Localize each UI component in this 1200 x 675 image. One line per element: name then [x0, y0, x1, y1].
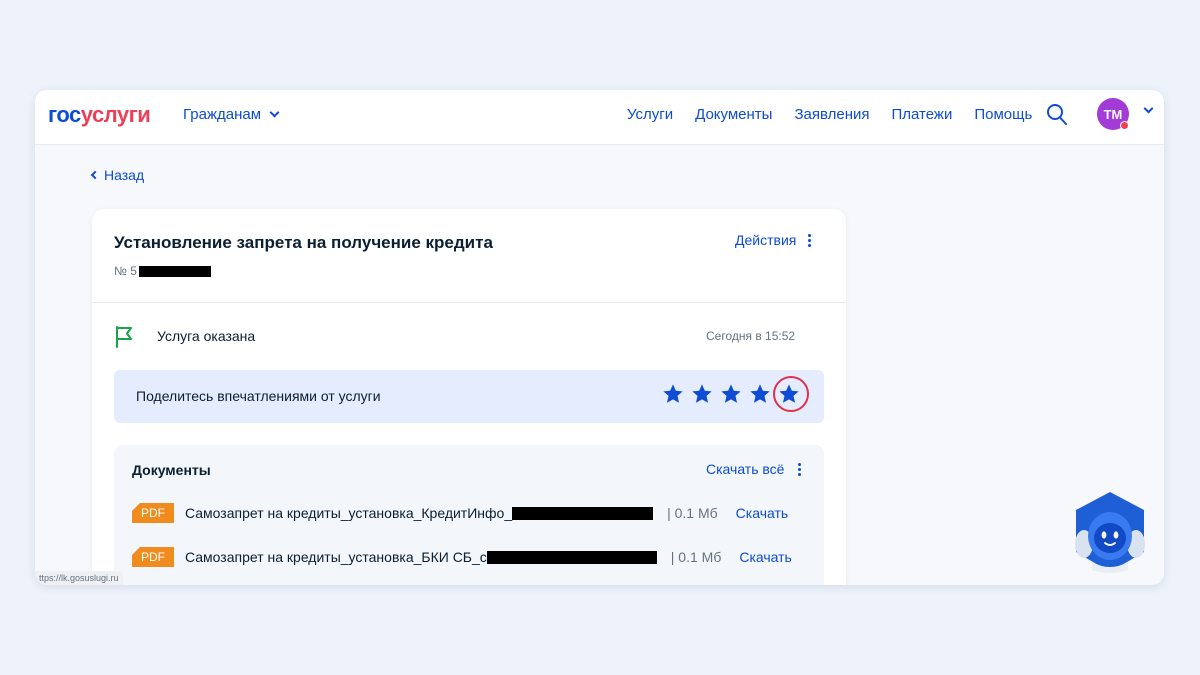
citizens-menu[interactable]: Гражданам [183, 106, 280, 123]
chevron-down-icon [269, 107, 280, 118]
document-row: PDF Самозапрет на кредиты_установка_Кред… [132, 502, 812, 524]
highlight-circle [773, 376, 809, 412]
download-all-button[interactable]: Скачать всё [706, 461, 802, 477]
nav-item-help[interactable]: Помощь [974, 106, 1032, 123]
search-icon[interactable] [1046, 103, 1068, 127]
notification-dot [1120, 121, 1129, 130]
nav-item-services[interactable]: Услуги [627, 106, 673, 123]
application-title: Установление запрета на получение кредит… [114, 233, 493, 252]
pdf-badge: PDF [132, 503, 174, 523]
star-icon-1[interactable] [662, 383, 684, 405]
document-size: | 0.1 Мб [670, 549, 722, 565]
rating-panel: Поделитесь впечатлениями от услуги [114, 370, 824, 423]
pdf-badge: PDF [132, 547, 174, 567]
browser-window: госуслуги Гражданам Услуги Документы Зая… [35, 90, 1164, 585]
download-button[interactable]: Скачать [739, 549, 792, 565]
star-icon-2[interactable] [691, 383, 713, 405]
redacted-block [512, 506, 654, 520]
actions-menu-button[interactable]: Действия [735, 232, 812, 248]
citizens-menu-label: Гражданам [183, 106, 262, 123]
application-card: Установление запрета на получение кредит… [92, 209, 846, 585]
nav-item-payments[interactable]: Платежи [892, 106, 953, 123]
star-icon-4[interactable] [749, 383, 771, 405]
nav-item-documents[interactable]: Документы [695, 106, 772, 123]
application-number: № 5 [114, 264, 211, 278]
rating-prompt: Поделитесь впечатлениями от услуги [136, 388, 381, 404]
application-number-prefix: № 5 [114, 264, 137, 278]
documents-title: Документы [132, 462, 211, 478]
document-name[interactable]: Самозапрет на кредиты_установка_КредитИн… [185, 505, 654, 521]
document-name-text: Самозапрет на кредиты_установка_БКИ СБ_с [185, 549, 487, 565]
redacted-block [486, 550, 657, 564]
actions-label: Действия [735, 232, 797, 248]
profile-chevron-down-icon[interactable] [1143, 103, 1154, 114]
star-icon-3[interactable] [720, 383, 742, 405]
site-header: госуслуги Гражданам Услуги Документы Зая… [35, 90, 1164, 145]
status-text: Услуга оказана [157, 328, 256, 344]
divider [92, 302, 846, 303]
kebab-icon [808, 233, 812, 247]
status-timestamp: Сегодня в 15:52 [706, 329, 796, 343]
nav-item-applications[interactable]: Заявления [794, 106, 869, 123]
download-all-label: Скачать всё [706, 461, 785, 477]
back-link[interactable]: Назад [90, 167, 145, 183]
kebab-icon[interactable] [798, 462, 802, 476]
document-name-text: Самозапрет на кредиты_установка_КредитИн… [185, 505, 513, 521]
status-bar-url: ttps://lk.gosuslugi.ru [35, 571, 123, 585]
download-button[interactable]: Скачать [736, 505, 789, 521]
document-size: | 0.1 Мб [667, 505, 718, 521]
main-nav: Услуги Документы Заявления Платежи Помощ… [627, 106, 1032, 123]
flag-icon [116, 326, 132, 348]
document-name[interactable]: Самозапрет на кредиты_установка_БКИ СБ_с [185, 549, 657, 565]
document-row: PDF Самозапрет на кредиты_установка_БКИ … [132, 546, 812, 568]
assistant-robot-icon[interactable] [1070, 490, 1150, 576]
gosuslugi-logo[interactable]: госуслуги [48, 102, 151, 128]
documents-section: Документы Скачать всё PDF Самозапрет на … [114, 445, 824, 585]
back-label: Назад [104, 167, 145, 183]
redacted-block [138, 265, 211, 277]
chevron-left-icon [90, 170, 100, 180]
